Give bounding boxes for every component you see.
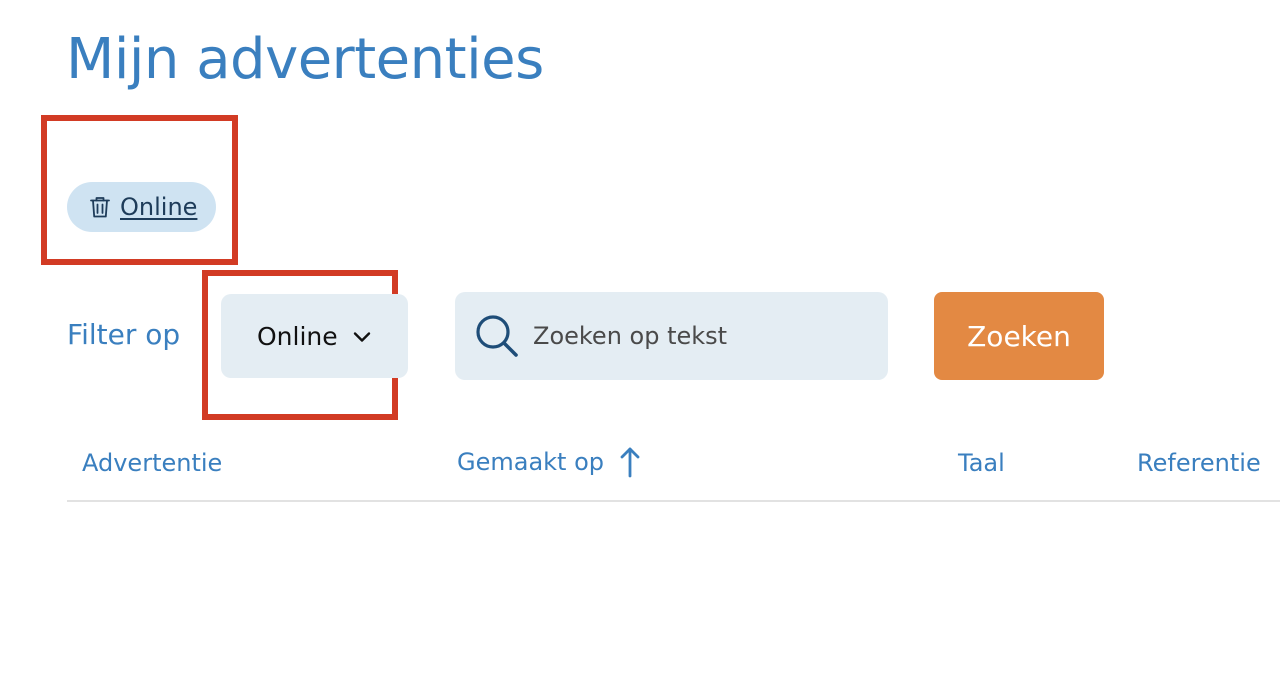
table-header-divider <box>67 500 1280 502</box>
status-filter-select[interactable]: Online <box>221 294 408 378</box>
page: Mijn advertenties Online Filter op Onlin… <box>0 0 1280 700</box>
chevron-down-icon <box>352 329 372 343</box>
column-header-label: Gemaakt op <box>457 448 605 476</box>
trash-icon <box>87 194 113 220</box>
filter-label: Filter op <box>67 318 181 351</box>
search-input[interactable] <box>531 321 865 351</box>
column-header-gemaakt-op[interactable]: Gemaakt op <box>457 445 642 479</box>
active-filter-chip-label: Online <box>120 193 198 221</box>
arrow-up-icon <box>618 445 642 479</box>
page-title: Mijn advertenties <box>66 27 544 92</box>
search-button[interactable]: Zoeken <box>934 292 1104 380</box>
active-filter-chip[interactable]: Online <box>67 182 216 232</box>
search-box[interactable] <box>455 292 888 380</box>
status-filter-value: Online <box>257 321 338 351</box>
column-header-referentie[interactable]: Referentie <box>1137 449 1261 477</box>
column-header-taal[interactable]: Taal <box>958 449 1005 477</box>
search-icon <box>473 312 521 360</box>
column-header-advertentie[interactable]: Advertentie <box>82 449 222 477</box>
